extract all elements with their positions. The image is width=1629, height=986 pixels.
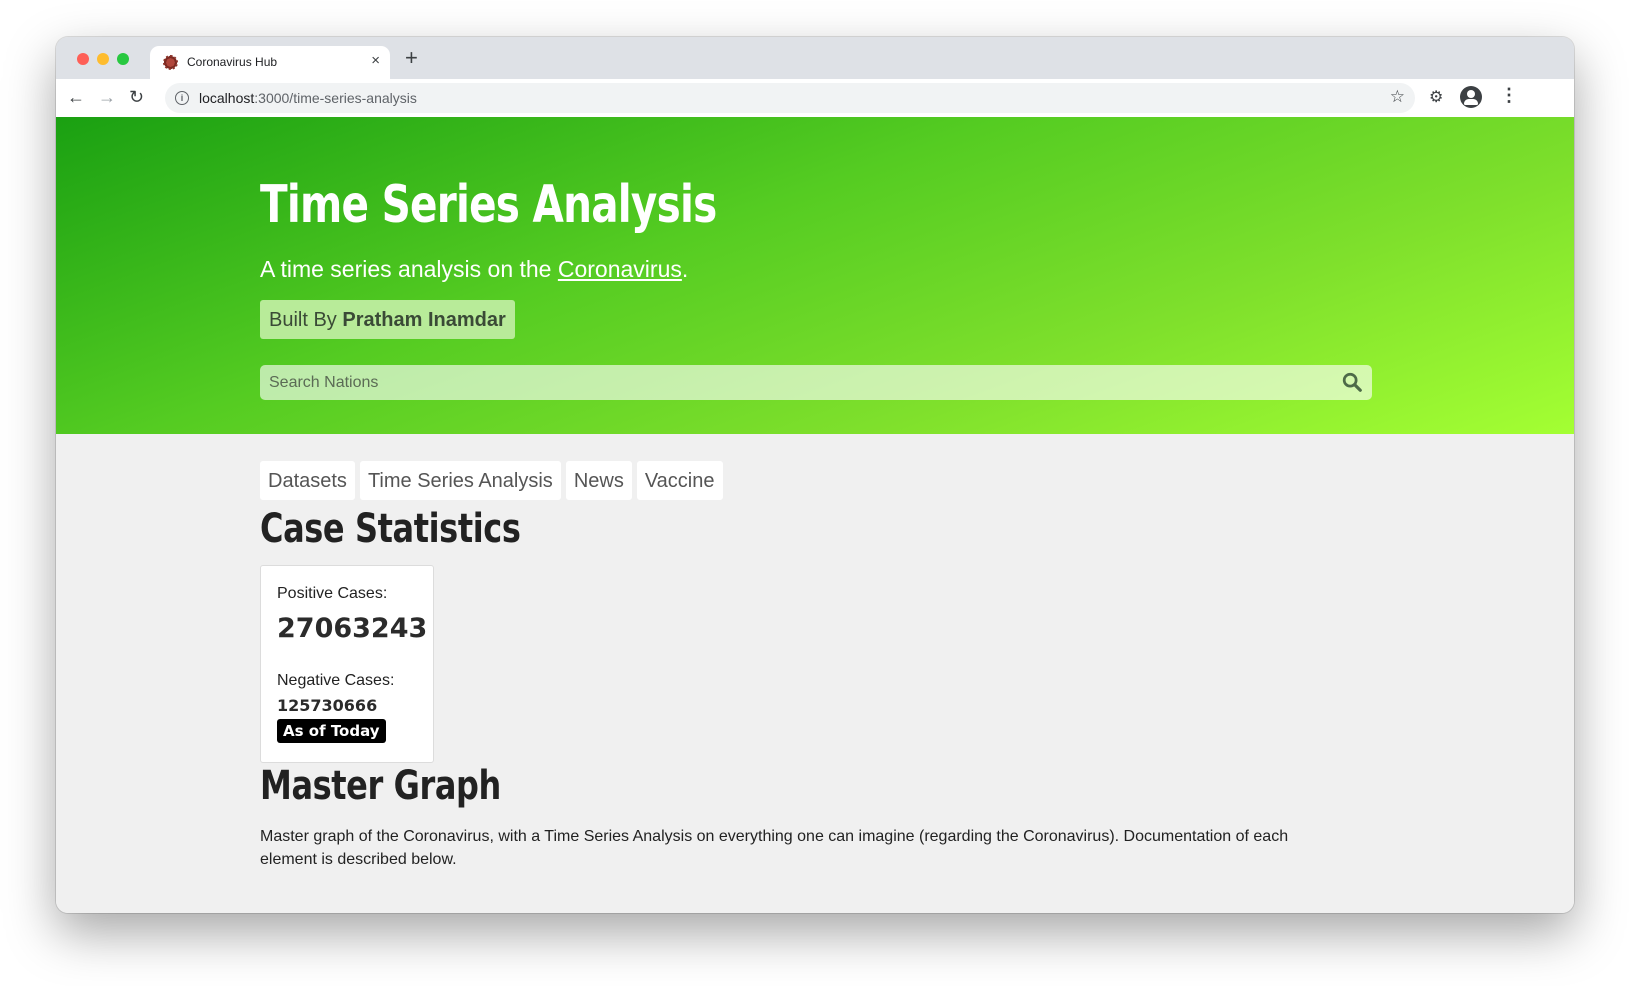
url-path: :3000/time-series-analysis bbox=[254, 90, 417, 106]
nav-pill-news[interactable]: News bbox=[565, 461, 632, 500]
url-text[interactable]: localhost:3000/time-series-analysis bbox=[199, 90, 417, 106]
positive-cases-label: Positive Cases: bbox=[277, 585, 388, 602]
bookmark-star-icon[interactable]: ☆ bbox=[1390, 87, 1405, 107]
author-name: Pratham Inamdar bbox=[342, 309, 506, 331]
subtitle-suffix: . bbox=[681, 256, 689, 282]
nav-pill-datasets[interactable]: Datasets bbox=[260, 461, 355, 500]
tab-title: Coronavirus Hub bbox=[187, 55, 278, 69]
new-tab-button[interactable]: + bbox=[405, 46, 418, 70]
master-graph-description: Master graph of the Coronavirus, with a … bbox=[260, 828, 1289, 868]
page-content: Time Series Analysis A time series analy… bbox=[56, 117, 1574, 913]
browser-window: Coronavirus Hub × + ← → ↻ i localhost:30… bbox=[56, 37, 1574, 913]
menu-icon[interactable]: ⋮ bbox=[1500, 85, 1518, 106]
browser-toolbar: ← → ↻ i localhost:3000/time-series-analy… bbox=[56, 79, 1574, 118]
browser-tab[interactable]: Coronavirus Hub × bbox=[150, 46, 390, 79]
coronavirus-favicon-icon bbox=[163, 55, 178, 70]
maximize-window-button[interactable] bbox=[117, 53, 129, 65]
subtitle-prefix: A time series analysis on the bbox=[260, 256, 558, 282]
nav-pill-vaccine[interactable]: Vaccine bbox=[636, 461, 723, 500]
minimize-window-button[interactable] bbox=[97, 53, 109, 65]
page-subtitle: A time series analysis on the Coronaviru… bbox=[260, 256, 688, 283]
address-bar[interactable]: i localhost:3000/time-series-analysis ☆ bbox=[165, 83, 1415, 113]
close-window-button[interactable] bbox=[77, 53, 89, 65]
search-bar bbox=[260, 365, 1372, 400]
profile-icon[interactable] bbox=[1460, 86, 1482, 108]
search-icon[interactable] bbox=[1341, 371, 1363, 393]
url-host: localhost bbox=[199, 90, 255, 106]
title-bar: Coronavirus Hub × + bbox=[56, 37, 1574, 79]
hero-banner: Time Series Analysis A time series analy… bbox=[56, 117, 1574, 434]
info-icon[interactable]: i bbox=[175, 91, 189, 105]
reload-icon[interactable]: ↻ bbox=[129, 86, 144, 108]
forward-icon[interactable]: → bbox=[98, 86, 116, 108]
case-statistics-card: Positive Cases: 27063243 Negative Cases:… bbox=[260, 565, 434, 763]
negative-cases-value: 125730666 bbox=[277, 696, 378, 715]
section-nav: Datasets Time Series Analysis News Vacci… bbox=[260, 461, 728, 500]
extensions-icon[interactable]: ⚙ bbox=[1429, 87, 1443, 107]
negative-cases-label: Negative Cases: bbox=[277, 672, 395, 689]
page-title: Time Series Analysis bbox=[260, 175, 717, 235]
back-icon[interactable]: ← bbox=[67, 86, 85, 108]
nav-pill-time-series-analysis[interactable]: Time Series Analysis bbox=[359, 461, 561, 500]
master-graph-heading: Master Graph bbox=[260, 763, 501, 809]
author-prefix: Built By bbox=[269, 309, 343, 331]
coronavirus-link[interactable]: Coronavirus bbox=[558, 256, 682, 282]
as-of-today-badge: As of Today bbox=[277, 719, 386, 743]
case-statistics-heading: Case Statistics bbox=[260, 506, 521, 552]
author-badge: Built By Pratham Inamdar bbox=[260, 300, 515, 339]
search-input[interactable] bbox=[260, 365, 1338, 400]
positive-cases-value: 27063243 bbox=[277, 613, 428, 644]
tab-close-icon[interactable]: × bbox=[371, 52, 380, 69]
